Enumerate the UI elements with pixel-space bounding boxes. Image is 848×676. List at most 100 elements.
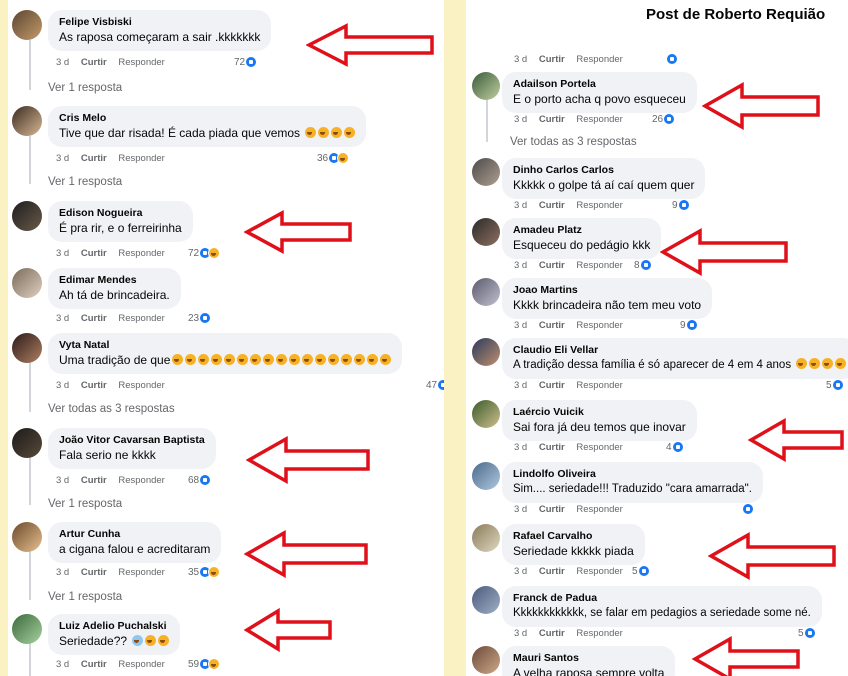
comment-author[interactable]: Edimar Mendes xyxy=(59,273,170,287)
comment-time[interactable]: 3 d xyxy=(56,57,69,68)
like-action[interactable]: Curtir xyxy=(81,475,107,486)
like-action[interactable]: Curtir xyxy=(539,320,565,331)
comment-author[interactable]: Lindolfo Oliveira xyxy=(513,467,752,481)
comment-time[interactable]: 3 d xyxy=(514,54,527,65)
comment-time[interactable]: 3 d xyxy=(514,566,527,577)
like-action[interactable]: Curtir xyxy=(81,659,107,670)
like-action[interactable]: Curtir xyxy=(81,248,107,259)
reply-action[interactable]: Responder xyxy=(576,566,622,577)
comment-time[interactable]: 3 d xyxy=(514,320,527,331)
reaction-count[interactable]: 68 xyxy=(188,474,212,486)
comment-author[interactable]: Cris Melo xyxy=(59,111,355,125)
comment-time[interactable]: 3 d xyxy=(514,200,527,211)
reaction-count[interactable]: 23 xyxy=(188,312,212,324)
reaction-count[interactable]: 59 xyxy=(188,658,221,670)
like-action[interactable]: Curtir xyxy=(539,380,565,391)
reaction-count[interactable]: 36 xyxy=(317,152,350,164)
comment-author[interactable]: Edison Nogueira xyxy=(59,206,182,220)
avatar[interactable] xyxy=(472,586,500,614)
reaction-count[interactable]: 9 xyxy=(680,319,698,331)
reply-action[interactable]: Responder xyxy=(576,114,622,125)
comment-time[interactable]: 3 d xyxy=(514,260,527,271)
reaction-count[interactable] xyxy=(742,503,754,515)
comment-author[interactable]: Vyta Natal xyxy=(59,338,391,352)
avatar[interactable] xyxy=(472,158,500,186)
reply-action[interactable]: Responder xyxy=(118,248,164,259)
avatar[interactable] xyxy=(472,646,500,674)
comment-author[interactable]: João Vitor Cavarsan Baptista xyxy=(59,433,205,447)
like-action[interactable]: Curtir xyxy=(539,442,565,453)
avatar[interactable] xyxy=(12,428,42,458)
reaction-count[interactable] xyxy=(666,53,678,65)
avatar[interactable] xyxy=(12,10,42,40)
like-action[interactable]: Curtir xyxy=(539,260,565,271)
comment-time[interactable]: 3 d xyxy=(56,567,69,578)
reaction-count[interactable]: 72 xyxy=(234,56,258,68)
comment-author[interactable]: Mauri Santos xyxy=(513,651,664,665)
reply-action[interactable]: Responder xyxy=(118,567,164,578)
reply-action[interactable]: Responder xyxy=(576,504,622,515)
view-replies-link[interactable]: Ver todas as 3 respostas xyxy=(510,136,637,148)
reaction-count[interactable]: 8 xyxy=(634,259,652,271)
comment-author[interactable]: Artur Cunha xyxy=(59,527,210,541)
comment-author[interactable]: Amadeu Platz xyxy=(513,223,650,237)
like-action[interactable]: Curtir xyxy=(81,380,107,391)
like-action[interactable]: Curtir xyxy=(539,566,565,577)
comment-time[interactable]: 3 d xyxy=(56,475,69,486)
comment-time[interactable]: 3 d xyxy=(514,114,527,125)
like-action[interactable]: Curtir xyxy=(539,114,565,125)
reaction-count[interactable]: 5 xyxy=(826,379,844,391)
avatar[interactable] xyxy=(472,218,500,246)
reaction-count[interactable]: 4 xyxy=(666,441,684,453)
reply-action[interactable]: Responder xyxy=(576,380,622,391)
comment-time[interactable]: 3 d xyxy=(514,380,527,391)
comment-time[interactable]: 3 d xyxy=(56,380,69,391)
like-action[interactable]: Curtir xyxy=(539,200,565,211)
comment-author[interactable]: Joao Martins xyxy=(513,283,701,297)
comment-author[interactable]: Claudio Eli Vellar xyxy=(513,343,846,357)
reaction-count[interactable]: 5 xyxy=(632,565,650,577)
avatar[interactable] xyxy=(12,268,42,298)
reply-action[interactable]: Responder xyxy=(576,200,622,211)
reaction-count[interactable]: 47 xyxy=(426,379,444,391)
view-replies-link[interactable]: Ver 1 resposta xyxy=(48,591,122,603)
comment-time[interactable]: 3 d xyxy=(56,248,69,259)
like-action[interactable]: Curtir xyxy=(539,628,565,639)
reply-action[interactable]: Responder xyxy=(576,260,622,271)
comment-author[interactable]: Rafael Carvalho xyxy=(513,529,634,543)
view-replies-link[interactable]: Ver todas as 3 respostas xyxy=(48,403,175,415)
reply-action[interactable]: Responder xyxy=(118,153,164,164)
reaction-count[interactable]: 72 xyxy=(188,247,221,259)
comment-author[interactable]: Dinho Carlos Carlos xyxy=(513,163,694,177)
like-action[interactable]: Curtir xyxy=(81,567,107,578)
avatar[interactable] xyxy=(12,333,42,363)
avatar[interactable] xyxy=(472,278,500,306)
like-action[interactable]: Curtir xyxy=(539,504,565,515)
reply-action[interactable]: Responder xyxy=(118,313,164,324)
avatar[interactable] xyxy=(12,522,42,552)
reaction-count[interactable]: 35 xyxy=(188,566,221,578)
avatar[interactable] xyxy=(472,338,500,366)
comment-author[interactable]: Adailson Portela xyxy=(513,77,686,91)
avatar[interactable] xyxy=(12,106,42,136)
avatar[interactable] xyxy=(12,201,42,231)
comment-time[interactable]: 3 d xyxy=(56,659,69,670)
view-replies-link[interactable]: Ver 1 resposta xyxy=(48,82,122,94)
avatar[interactable] xyxy=(472,462,500,490)
avatar[interactable] xyxy=(472,524,500,552)
reply-action[interactable]: Responder xyxy=(576,442,622,453)
like-action[interactable]: Curtir xyxy=(539,54,565,65)
reply-action[interactable]: Responder xyxy=(576,54,622,65)
reply-action[interactable]: Responder xyxy=(118,57,164,68)
like-action[interactable]: Curtir xyxy=(81,57,107,68)
reply-action[interactable]: Responder xyxy=(118,659,164,670)
like-action[interactable]: Curtir xyxy=(81,313,107,324)
reaction-count[interactable]: 26 xyxy=(652,113,676,125)
reaction-count[interactable]: 9 xyxy=(672,199,690,211)
comment-time[interactable]: 3 d xyxy=(56,313,69,324)
avatar[interactable] xyxy=(472,400,500,428)
like-action[interactable]: Curtir xyxy=(81,153,107,164)
comment-time[interactable]: 3 d xyxy=(514,628,527,639)
comment-author[interactable]: Laércio Vuicik xyxy=(513,405,686,419)
comment-author[interactable]: Felipe Visbiski xyxy=(59,15,260,29)
